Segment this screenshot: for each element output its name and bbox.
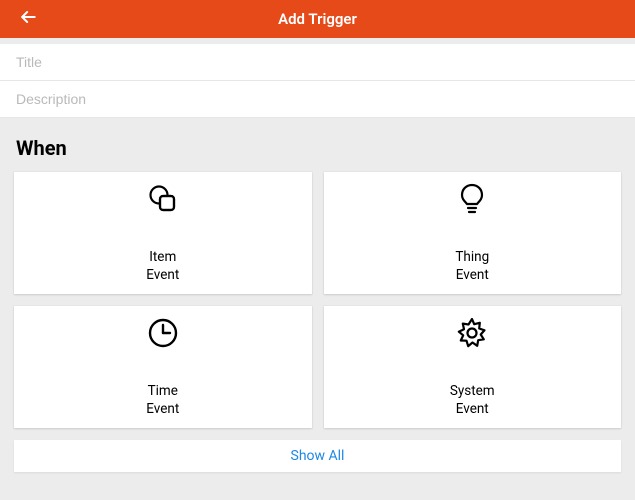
card-item-event[interactable]: ItemEvent (14, 172, 312, 294)
form-fields (0, 44, 635, 118)
show-all-button[interactable]: Show All (14, 440, 621, 472)
section-when-title: When (0, 118, 635, 172)
card-time-event[interactable]: TimeEvent (14, 306, 312, 428)
card-label: SystemEvent (450, 364, 495, 419)
card-system-event[interactable]: SystemEvent (324, 306, 622, 428)
back-arrow-icon (18, 7, 38, 31)
show-all-label: Show All (291, 448, 345, 464)
item-icon (146, 182, 180, 216)
back-button[interactable] (14, 5, 42, 33)
title-input[interactable] (16, 44, 619, 80)
trigger-cards-grid: ItemEvent ThingEvent TimeEvent (0, 172, 635, 428)
page-title: Add Trigger (0, 10, 635, 28)
header-bar: Add Trigger (0, 0, 635, 38)
clock-icon (146, 316, 180, 350)
card-label: TimeEvent (146, 364, 179, 419)
card-label: ThingEvent (455, 230, 489, 285)
description-input[interactable] (16, 81, 619, 117)
lightbulb-icon (455, 182, 489, 216)
description-field-row (0, 81, 635, 118)
card-label: ItemEvent (146, 230, 179, 285)
title-field-row (0, 44, 635, 81)
gear-icon (455, 316, 489, 350)
card-thing-event[interactable]: ThingEvent (324, 172, 622, 294)
